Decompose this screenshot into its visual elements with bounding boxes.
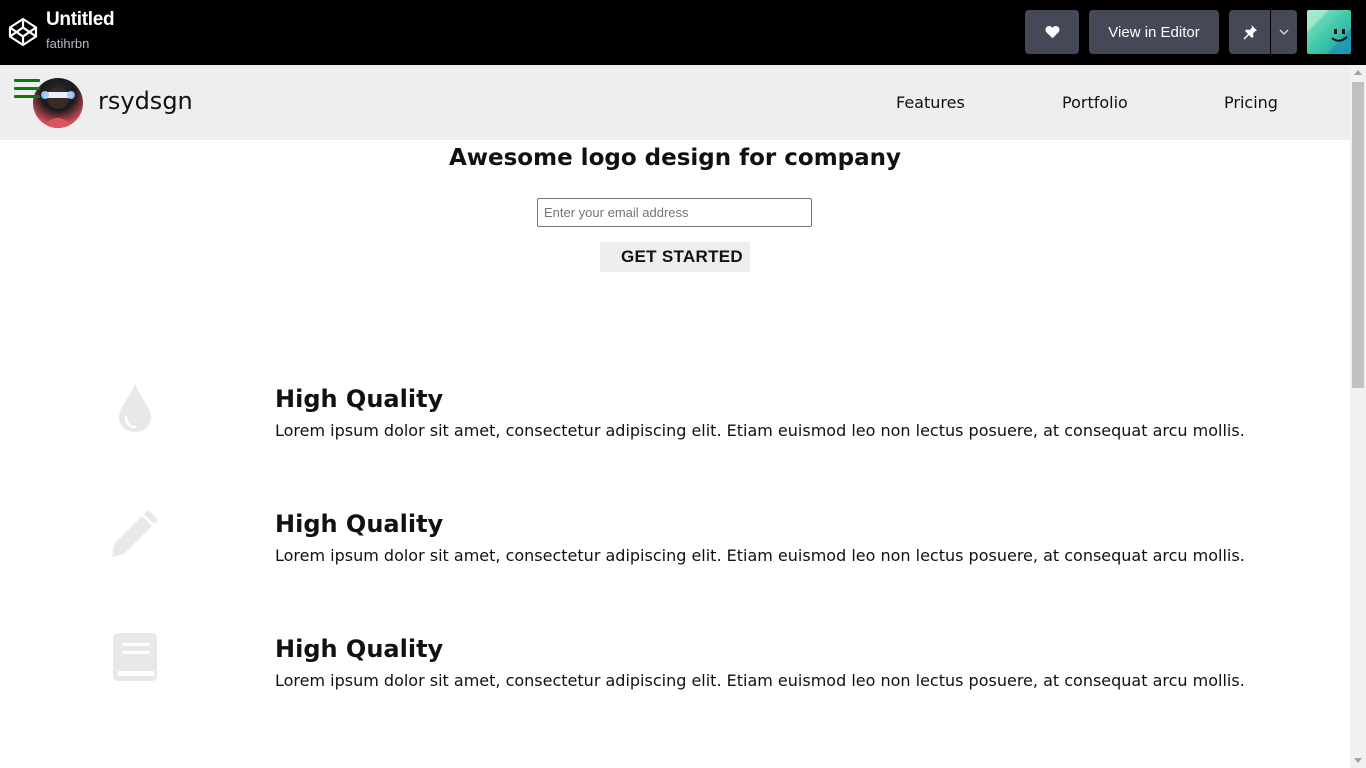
book-icon	[113, 633, 157, 681]
profile-photo-image	[41, 87, 75, 128]
heart-icon	[1045, 26, 1059, 39]
pin-icon	[1243, 25, 1257, 40]
scrollbar-thumb[interactable]	[1352, 82, 1364, 388]
like-button[interactable]	[1025, 10, 1079, 54]
pencil-icon	[112, 510, 158, 557]
vertical-scrollbar[interactable]	[1350, 65, 1366, 768]
email-input[interactable]	[537, 198, 812, 227]
hamburger-line	[14, 95, 40, 98]
user-avatar[interactable]	[1307, 10, 1351, 54]
hamburger-line	[14, 79, 40, 82]
hero-title: Awesome logo design for company	[448, 145, 902, 171]
profile-picture	[33, 78, 83, 128]
get-started-button[interactable]: GET STARTED	[600, 242, 750, 272]
pen-author[interactable]: fatihrbn	[46, 36, 89, 51]
hamburger-line	[14, 87, 40, 90]
site-header: rsydsgn Features Portfolio Pricing	[0, 65, 1350, 140]
preview-page: rsydsgn Features Portfolio Pricing Aweso…	[0, 65, 1350, 768]
pin-menu-button[interactable]	[1271, 10, 1297, 54]
feature-heading: High Quality	[275, 510, 444, 538]
codepen-logo-icon[interactable]	[7, 16, 39, 48]
pin-button[interactable]	[1229, 10, 1270, 54]
scroll-up-arrow-icon[interactable]	[1354, 70, 1362, 75]
feature-heading: High Quality	[275, 635, 444, 663]
feature-item: High Quality Lorem ipsum dolor sit amet,…	[0, 631, 1350, 731]
brand-name: rsydsgn	[98, 87, 193, 115]
feature-description: Lorem ipsum dolor sit amet, consectetur …	[275, 671, 1245, 690]
menu-toggle-button[interactable]	[14, 79, 40, 99]
smiley-avatar-icon	[1307, 10, 1351, 54]
nav-link-portfolio[interactable]: Portfolio	[1062, 93, 1128, 112]
view-in-editor-button[interactable]: View in Editor	[1089, 10, 1219, 54]
chevron-down-icon	[1279, 29, 1289, 35]
pen-title[interactable]: Untitled	[46, 9, 115, 31]
feature-heading: High Quality	[275, 385, 444, 413]
scroll-down-arrow-icon[interactable]	[1354, 758, 1362, 763]
feature-item: High Quality Lorem ipsum dolor sit amet,…	[0, 506, 1350, 606]
feature-description: Lorem ipsum dolor sit amet, consectetur …	[275, 421, 1245, 440]
droplet-icon	[119, 383, 151, 432]
codepen-top-bar: Untitled fatihrbn View in Editor	[0, 0, 1366, 65]
feature-description: Lorem ipsum dolor sit amet, consectetur …	[275, 546, 1245, 565]
nav-link-features[interactable]: Features	[896, 93, 965, 112]
feature-item: High Quality Lorem ipsum dolor sit amet,…	[0, 381, 1350, 481]
nav-link-pricing[interactable]: Pricing	[1224, 93, 1278, 112]
